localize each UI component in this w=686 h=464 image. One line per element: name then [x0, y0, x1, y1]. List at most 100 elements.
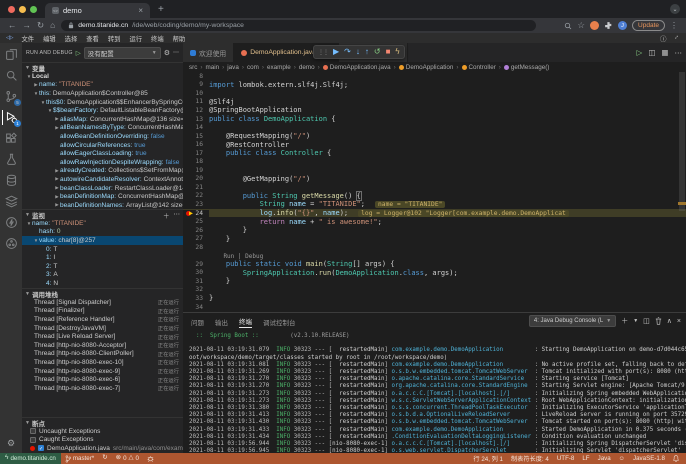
- bookmark-star-icon[interactable]: ☆: [577, 21, 585, 30]
- scrollbar-thumb[interactable]: [679, 72, 685, 211]
- zoom-icon[interactable]: [564, 22, 572, 30]
- log-line[interactable]: 2021-08-11 03:19:31.270 INFO 30323 --- […: [189, 376, 686, 383]
- home-icon[interactable]: ⌂: [50, 21, 55, 30]
- code-text[interactable]: public String getMessage() {: [209, 192, 361, 200]
- breadcrumb-item[interactable]: src: [189, 64, 197, 71]
- menu-item[interactable]: 文件: [21, 34, 34, 43]
- tree-item[interactable]: ▼this:DemoApplication$Controller@85: [22, 89, 183, 98]
- tree-item[interactable]: ▼this$0:DemoApplication$$EnhancerBySprin…: [22, 98, 183, 107]
- tree-item[interactable]: ▼$$beanFactory:DefaultListableBeanFactor…: [22, 106, 183, 115]
- thread-row[interactable]: Thread [Live Reload Server]正在运行: [22, 332, 183, 341]
- breakpoint-row[interactable]: Uncaught Exceptions: [22, 427, 183, 436]
- tree-item[interactable]: ▶autowireCandidateResolver:ContextAnnota…: [22, 175, 183, 184]
- extension-avatar-icon[interactable]: [590, 21, 599, 30]
- source-control-icon[interactable]: 5: [2, 89, 20, 104]
- panel-tab[interactable]: 输出: [215, 317, 228, 327]
- remote-indicator[interactable]: ϟ demo.titanide.cn: [0, 453, 61, 464]
- terminal-output[interactable]: :: Spring Boot :: (v2.3.10.RELEASE) 2021…: [183, 331, 686, 453]
- watch-section-header[interactable]: ▼ 监视 ＋ ⋯: [22, 210, 183, 219]
- breakpoints-section-header[interactable]: ▼ 断点: [22, 418, 183, 427]
- indentation-item[interactable]: 制表符长度: 4: [507, 454, 553, 463]
- menu-item[interactable]: 帮助: [173, 34, 186, 43]
- breakpoint-row[interactable]: ✓DemoApplication.javasrc/main/java/com/e…: [22, 444, 183, 453]
- breadcrumb-item[interactable]: example: [267, 64, 291, 71]
- run-debug-icon[interactable]: 1: [2, 110, 20, 125]
- code-text[interactable]: SpringApplication.run(DemoApplication.cl…: [209, 269, 458, 277]
- breadcrumb-item[interactable]: main: [206, 64, 220, 71]
- breakpoint-checkbox[interactable]: [30, 437, 36, 443]
- code-text[interactable]: Run | Debug: [209, 252, 263, 260]
- log-line[interactable]: 2021-08-11 03:19:31.273 INFO 30323 --- […: [189, 398, 686, 405]
- editor-scrollbar[interactable]: [678, 72, 686, 312]
- menu-item[interactable]: 查看: [86, 34, 99, 43]
- tree-item[interactable]: allowBeanDefinitionOverriding:false: [22, 132, 183, 141]
- kill-terminal-trash-icon[interactable]: [655, 317, 662, 325]
- editor-more-icon[interactable]: ⋯: [675, 48, 683, 57]
- log-line[interactable]: 2021-08-11 03:19:31.433 INFO 30323 --- […: [189, 427, 686, 434]
- log-line[interactable]: 2021-08-11 03:19:31.413 INFO 30323 --- […: [189, 412, 686, 419]
- thread-row[interactable]: Thread [Finalizer]正在运行: [22, 307, 183, 316]
- breadcrumb-item[interactable]: Controller: [462, 64, 496, 71]
- java-runtime-item[interactable]: JavaSE-1.8: [629, 455, 669, 462]
- breadcrumb-item[interactable]: com: [247, 64, 259, 71]
- hot-code-replace-icon[interactable]: ϟ: [395, 48, 399, 56]
- layers-icon[interactable]: [2, 194, 20, 209]
- thread-row[interactable]: Thread [http-nio-8080-exec-10]正在运行: [22, 358, 183, 367]
- manage-gear-icon[interactable]: ⚙: [7, 438, 15, 449]
- code-text[interactable]: }: [209, 226, 247, 234]
- close-panel-icon[interactable]: ×: [677, 318, 681, 325]
- breadcrumb-item[interactable]: demo: [299, 64, 315, 71]
- tree-item[interactable]: ▶beanDefinitionNames:ArrayList@142 size=…: [22, 201, 183, 209]
- tree-item[interactable]: allowEagerClassLoading:true: [22, 149, 183, 158]
- thread-row[interactable]: Thread [http-nio-8080-exec-9]正在运行: [22, 367, 183, 376]
- forward-icon[interactable]: →: [23, 21, 32, 30]
- search-icon[interactable]: [2, 68, 20, 83]
- code-text[interactable]: @Slf4j: [209, 98, 234, 106]
- extensions-puzzle-icon[interactable]: [604, 21, 613, 30]
- encoding-item[interactable]: UTF-8: [553, 455, 579, 462]
- log-line[interactable]: 2021-08-11 03:19:31.380 INFO 30323 --- […: [189, 405, 686, 412]
- tree-item[interactable]: ▶name:"TITANIDE": [22, 81, 183, 90]
- log-line[interactable]: 2021-08-11 03:19:31.269 INFO 30323 --- […: [189, 369, 686, 376]
- profile-avatar[interactable]: J: [618, 21, 627, 30]
- code-text[interactable]: }: [209, 235, 230, 243]
- minimize-window-button[interactable]: [19, 6, 26, 13]
- run-file-icon[interactable]: ▷: [637, 48, 643, 57]
- terminal-dropdown[interactable]: 4: Java Debug Console (L ▼: [529, 315, 616, 327]
- debug-settings-gear-icon[interactable]: ⚙: [164, 49, 170, 57]
- tree-item[interactable]: ▶alreadyCreated:Collections$SetFromMap@1…: [22, 167, 183, 176]
- breakpoint-row[interactable]: Caught Exceptions: [22, 436, 183, 445]
- continue-icon[interactable]: ▶: [333, 48, 339, 56]
- split-editor-icon[interactable]: ◫: [648, 48, 655, 57]
- menu-item[interactable]: 选择: [65, 34, 78, 43]
- power-icon[interactable]: [2, 215, 20, 230]
- tab-search-icon[interactable]: ⌄: [670, 4, 680, 14]
- maximize-panel-icon[interactable]: ∧: [667, 318, 672, 325]
- log-line[interactable]: 2021-08-11 03:19:56.944 INFO 30323 --- […: [189, 441, 686, 448]
- code-text[interactable]: @GetMapping("/"): [209, 175, 310, 183]
- thread-row[interactable]: Thread [Signal Dispatcher]正在运行: [22, 298, 183, 307]
- sidebar-more-icon[interactable]: ⋯: [173, 49, 179, 56]
- dependencies-icon[interactable]: [2, 236, 20, 251]
- breakpoint-checkbox[interactable]: ✓: [38, 445, 44, 451]
- step-over-icon[interactable]: ↷: [344, 48, 351, 56]
- log-line[interactable]: 2021-08-11 03:19:31.270 INFO 30323 --- […: [189, 383, 686, 390]
- log-line[interactable]: :: Spring Boot :: (v2.3.10.RELEASE): [189, 333, 686, 340]
- thread-row[interactable]: Thread [http-nio-8080-exec-7]正在运行: [22, 384, 183, 393]
- code-text[interactable]: log.info("{}", name);: [209, 209, 348, 217]
- step-into-icon[interactable]: ↓: [356, 48, 360, 56]
- tree-item[interactable]: ▼Local: [22, 72, 183, 81]
- tree-item[interactable]: 4:N: [22, 279, 183, 288]
- menu-item[interactable]: 运行: [129, 34, 142, 43]
- codelens-run-debug[interactable]: Run | Debug: [209, 253, 263, 260]
- sync-item[interactable]: ↻: [98, 455, 111, 462]
- editor-tab[interactable]: 欢迎使用: [183, 43, 234, 62]
- code-text[interactable]: public class DemoApplication {: [209, 115, 335, 123]
- tree-item[interactable]: 3:A: [22, 271, 183, 280]
- toolbar-drag-handle[interactable]: ⋮⋮: [318, 49, 328, 56]
- log-line[interactable]: 2021-08-11 03:19:31.434 INFO 30323 --- […: [189, 434, 686, 441]
- breadcrumb-item[interactable]: DemoApplication: [399, 64, 454, 71]
- tree-item[interactable]: 0:T: [22, 245, 183, 254]
- watch-more-icon[interactable]: ⋯: [174, 210, 181, 220]
- code-text[interactable]: public class Controller {: [209, 149, 331, 157]
